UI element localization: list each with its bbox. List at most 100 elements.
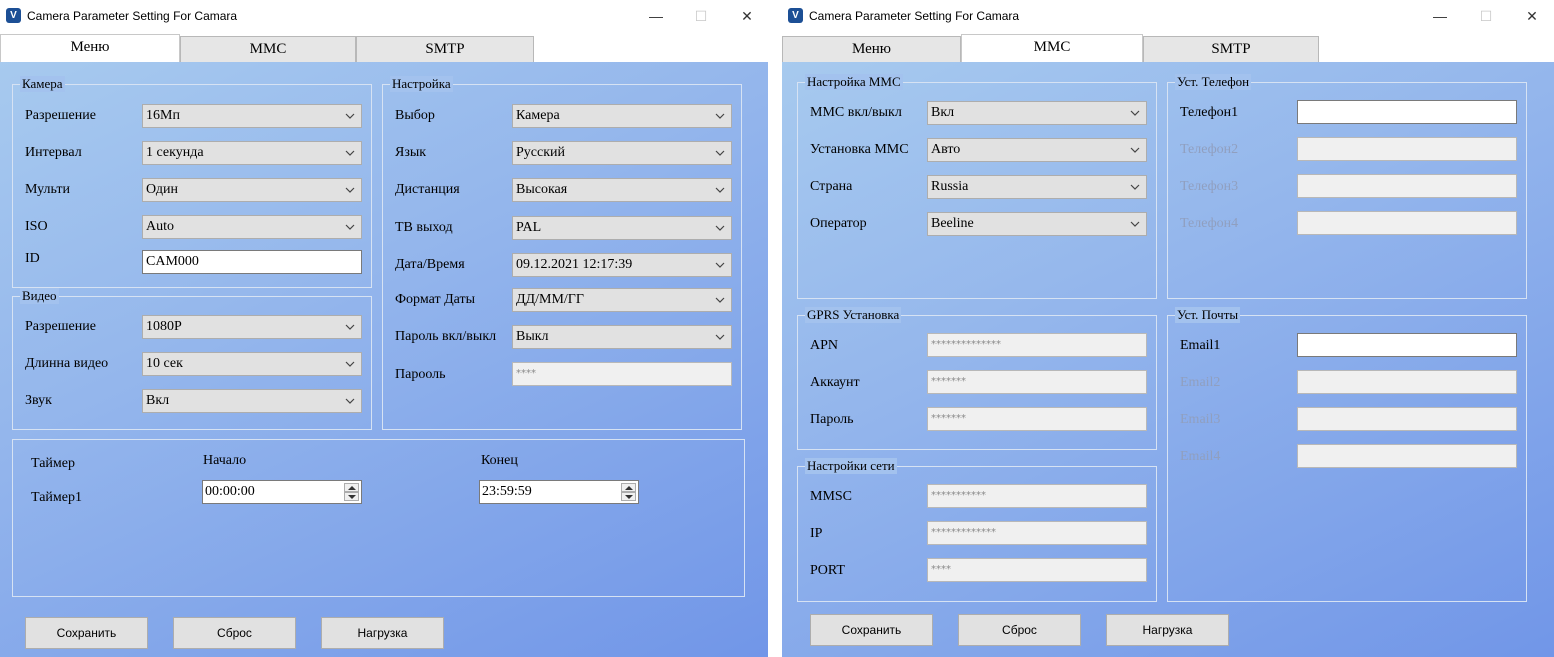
reset-button[interactable]: Сброс	[958, 614, 1081, 646]
iso-select[interactable]: Auto	[142, 215, 362, 239]
gprs-password-label: Пароль	[810, 412, 854, 427]
account-label: Аккаунт	[810, 375, 860, 390]
load-button[interactable]: Нагрузка	[321, 617, 444, 649]
spin-down-button[interactable]	[621, 492, 636, 501]
emails-group-title: Уст. Почты	[1175, 307, 1241, 323]
phone1-input[interactable]	[1297, 100, 1517, 124]
video-resolution-select[interactable]: 1080P	[142, 315, 362, 339]
tab-smtp[interactable]: SMTP	[1143, 36, 1319, 62]
tab-menu[interactable]: Меню	[782, 36, 961, 62]
title-bar: V Camera Parameter Setting For Camara — …	[782, 0, 1554, 32]
close-icon[interactable]: ✕	[1522, 6, 1542, 26]
email1-input[interactable]	[1297, 333, 1517, 357]
password-toggle-label: Пароль вкл/выкл	[395, 329, 497, 344]
camera-resolution-label: Разрешение	[25, 108, 96, 123]
phone2-input[interactable]	[1297, 137, 1517, 161]
password-toggle-select[interactable]: Выкл	[512, 325, 732, 349]
gprs-password-input[interactable]: *******	[927, 407, 1147, 431]
sound-select[interactable]: Вкл	[142, 389, 362, 413]
chevron-down-icon	[344, 357, 356, 371]
settings-window-mms-tab: V Camera Parameter Setting For Camara — …	[782, 0, 1554, 657]
tv-out-select[interactable]: PAL	[512, 216, 732, 240]
distance-select[interactable]: Высокая	[512, 178, 732, 202]
timer-start-input[interactable]: 00:00:00	[202, 480, 362, 504]
account-input[interactable]: *******	[927, 370, 1147, 394]
chevron-down-icon	[344, 183, 356, 197]
video-length-label: Длинна видео	[25, 356, 109, 371]
spin-up-button[interactable]	[344, 483, 359, 492]
mms-settings-group-title: Настройка MMC	[805, 74, 903, 90]
maximize-icon[interactable]: ☐	[1476, 6, 1496, 26]
phone2-label: Телефон2	[1180, 142, 1239, 157]
mmsc-input[interactable]: ***********	[927, 484, 1147, 508]
chevron-down-icon	[1129, 180, 1141, 194]
mms-setup-select[interactable]: Авто	[927, 138, 1147, 162]
date-format-label: Формат Даты	[395, 292, 476, 307]
phone4-input[interactable]	[1297, 211, 1517, 235]
spin-up-button[interactable]	[621, 483, 636, 492]
save-button[interactable]: Сохранить	[810, 614, 933, 646]
ip-input[interactable]: *************	[927, 521, 1147, 545]
operator-select[interactable]: Beeline	[927, 212, 1147, 236]
save-button[interactable]: Сохранить	[25, 617, 148, 649]
chevron-down-icon	[344, 394, 356, 408]
email4-input[interactable]	[1297, 444, 1517, 468]
phone1-label: Телефон1	[1180, 105, 1239, 120]
camera-id-input[interactable]: CAM000	[142, 250, 362, 274]
maximize-icon[interactable]: ☐	[691, 6, 711, 26]
chevron-down-icon	[714, 330, 726, 344]
datetime-picker[interactable]: 09.12.2021 12:17:39	[512, 253, 732, 277]
camera-resolution-select[interactable]: 16Мп	[142, 104, 362, 128]
minimize-icon[interactable]: —	[646, 6, 666, 26]
email3-input[interactable]	[1297, 407, 1517, 431]
settings-group-title: Настройка	[390, 76, 453, 92]
ip-label: IP	[810, 526, 823, 541]
triangle-down-icon	[625, 495, 633, 499]
minimize-icon[interactable]: —	[1430, 6, 1450, 26]
password-input[interactable]: ****	[512, 362, 732, 386]
language-select[interactable]: Русский	[512, 141, 732, 165]
phone3-input[interactable]	[1297, 174, 1517, 198]
chevron-down-icon	[344, 109, 356, 123]
window-title: Camera Parameter Setting For Camara	[809, 9, 1020, 23]
tab-bar: Меню MMC SMTP	[782, 32, 1554, 62]
chevron-down-icon	[714, 293, 726, 307]
apn-input[interactable]: **************	[927, 333, 1147, 357]
tab-mms[interactable]: MMC	[180, 36, 356, 62]
title-bar: V Camera Parameter Setting For Camara — …	[0, 0, 768, 32]
country-select[interactable]: Russia	[927, 175, 1147, 199]
language-label: Язык	[395, 145, 427, 160]
reset-button[interactable]: Сброс	[173, 617, 296, 649]
spin-down-button[interactable]	[344, 492, 359, 501]
mode-select[interactable]: Камера	[512, 104, 732, 128]
apn-label: APN	[810, 338, 839, 353]
settings-window-menu-tab: V Camera Parameter Setting For Camara — …	[0, 0, 768, 657]
email2-input[interactable]	[1297, 370, 1517, 394]
tab-mms[interactable]: MMC	[961, 34, 1143, 62]
sound-label: Звук	[25, 393, 52, 408]
tab-menu[interactable]: Меню	[0, 34, 180, 62]
tab-smtp[interactable]: SMTP	[356, 36, 534, 62]
phones-group-title: Уст. Телефон	[1175, 74, 1252, 90]
chevron-down-icon	[714, 258, 726, 272]
email3-label: Email3	[1180, 412, 1221, 427]
port-input[interactable]: ****	[927, 558, 1147, 582]
tv-out-label: ТВ выход	[395, 220, 453, 235]
close-icon[interactable]: ✕	[737, 6, 757, 26]
video-length-select[interactable]: 10 сек	[142, 352, 362, 376]
interval-select[interactable]: 1 секунда	[142, 141, 362, 165]
chevron-down-icon	[344, 320, 356, 334]
camera-group-title: Камера	[20, 76, 65, 92]
load-button[interactable]: Нагрузка	[1106, 614, 1229, 646]
chevron-down-icon	[714, 109, 726, 123]
multi-select[interactable]: Один	[142, 178, 362, 202]
mms-toggle-select[interactable]: Вкл	[927, 101, 1147, 125]
date-format-select[interactable]: ДД/ММ/ГГ	[512, 288, 732, 312]
id-label: ID	[25, 251, 40, 266]
timer-end-input[interactable]: 23:59:59	[479, 480, 639, 504]
mms-setup-label: Установка MMC	[810, 142, 909, 157]
phone4-label: Телефон4	[1180, 216, 1239, 231]
email1-label: Email1	[1180, 338, 1221, 353]
gprs-group-title: GPRS Установка	[805, 307, 902, 323]
app-logo-icon: V	[6, 8, 21, 23]
